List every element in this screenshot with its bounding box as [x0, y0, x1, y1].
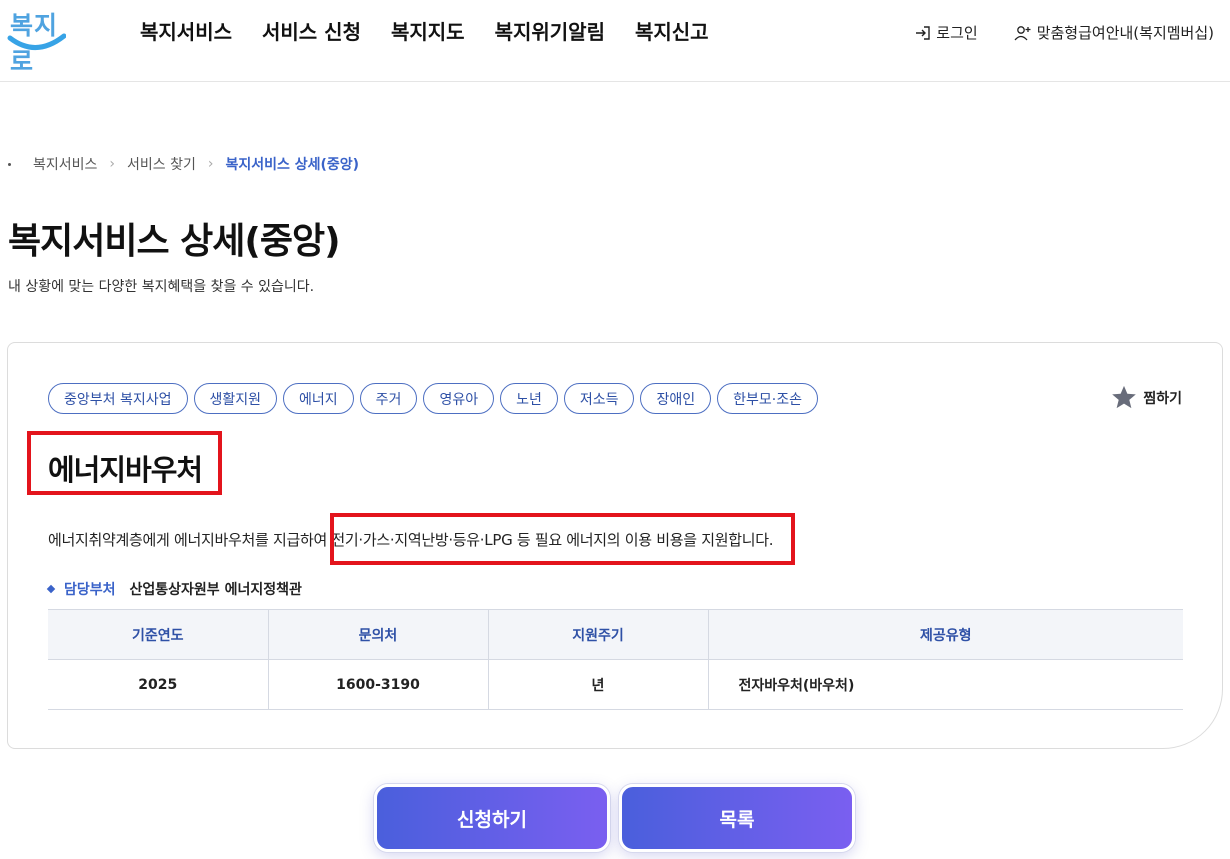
tag-single-parent[interactable]: 한부모·조손	[717, 383, 818, 414]
tag-disabled[interactable]: 장애인	[640, 383, 712, 414]
tag-central-ministry[interactable]: 중앙부처 복지사업	[48, 383, 188, 414]
header-contact: 문의처	[268, 609, 489, 660]
tag-housing[interactable]: 주거	[359, 383, 418, 414]
tag-energy[interactable]: 에너지	[283, 383, 354, 414]
service-title: 에너지바우처	[48, 453, 203, 487]
service-detail-card: 중앙부처 복지사업 생활지원 에너지 주거 영유아 노년 저소득 장애인 한부모…	[7, 342, 1223, 749]
nav-welfare-map[interactable]: 복지지도	[391, 16, 465, 45]
chevron-right-icon: ›	[207, 156, 214, 172]
department-label: 담당부처	[64, 582, 116, 598]
tag-infant[interactable]: 영유아	[423, 383, 495, 414]
nav-welfare-report[interactable]: 복지신고	[635, 16, 709, 45]
table-header-row: 기준연도 문의처 지원주기 제공유형	[48, 609, 1183, 660]
site-header: 복지로 복지서비스 서비스 신청 복지지도 복지위기알림 복지신고 로그인 맞춤…	[0, 0, 1230, 82]
service-tags: 중앙부처 복지사업 생활지원 에너지 주거 영유아 노년 저소득 장애인 한부모…	[48, 383, 818, 414]
apply-button[interactable]: 신청하기	[374, 784, 610, 852]
nav-welfare-services[interactable]: 복지서비스	[140, 16, 232, 45]
favorite-label: 찜하기	[1143, 390, 1182, 407]
logo[interactable]: 복지로	[6, 4, 70, 76]
user-add-icon	[1014, 25, 1031, 40]
breadcrumb-item-welfare-services[interactable]: 복지서비스	[33, 154, 97, 174]
login-label: 로그인	[936, 24, 978, 42]
tag-living-support[interactable]: 생활지원	[193, 383, 278, 414]
favorite-button[interactable]: 찜하기	[1111, 385, 1182, 410]
membership-link[interactable]: 맞춤형급여안내(복지멤버십)	[1014, 22, 1214, 43]
login-icon	[916, 25, 930, 40]
department-value: 산업통상자원부 에너지정책관	[129, 582, 302, 598]
header-provision-type: 제공유형	[708, 609, 1183, 660]
service-info-table: 기준연도 문의처 지원주기 제공유형 2025 1600-3190 년 전자바우…	[48, 609, 1183, 710]
membership-label: 맞춤형급여안내(복지멤버십)	[1036, 24, 1214, 42]
cell-support-cycle: 년	[488, 659, 709, 710]
cell-base-year: 2025	[48, 659, 269, 710]
chevron-right-icon: ›	[109, 156, 116, 172]
utility-menu: 로그인 맞춤형급여안내(복지멤버십)	[915, 22, 1214, 43]
page-title: 복지서비스 상세(중앙)	[8, 221, 341, 262]
login-link[interactable]: 로그인	[915, 22, 978, 43]
diamond-bullet-icon	[46, 584, 56, 594]
breadcrumb-item-service-search[interactable]: 서비스 찾기	[127, 154, 196, 174]
description-highlight-box	[330, 513, 795, 565]
header-base-year: 기준연도	[48, 609, 269, 660]
star-icon	[1112, 385, 1137, 409]
breadcrumb: 복지서비스 › 서비스 찾기 › 복지서비스 상세(중앙)	[8, 154, 359, 174]
main-nav: 복지서비스 서비스 신청 복지지도 복지위기알림 복지신고	[140, 16, 709, 45]
breadcrumb-bullet	[8, 162, 11, 166]
cell-provision-type: 전자바우처(바우처)	[708, 659, 1183, 710]
department-row: 담당부처 산업통상자원부 에너지정책관	[46, 579, 302, 599]
table-row: 2025 1600-3190 년 전자바우처(바우처)	[48, 659, 1183, 710]
tag-low-income[interactable]: 저소득	[563, 383, 635, 414]
tag-elderly[interactable]: 노년	[500, 383, 558, 414]
page-description: 내 상황에 맞는 다양한 복지혜택을 찾을 수 있습니다.	[8, 279, 315, 295]
nav-service-apply[interactable]: 서비스 신청	[262, 16, 361, 45]
logo-smile-icon	[7, 33, 66, 50]
cell-contact: 1600-3190	[268, 659, 489, 710]
list-button[interactable]: 목록	[619, 784, 855, 852]
nav-crisis-alert[interactable]: 복지위기알림	[495, 16, 605, 45]
breadcrumb-item-current: 복지서비스 상세(중앙)	[225, 157, 360, 173]
header-support-cycle: 지원주기	[488, 609, 709, 660]
